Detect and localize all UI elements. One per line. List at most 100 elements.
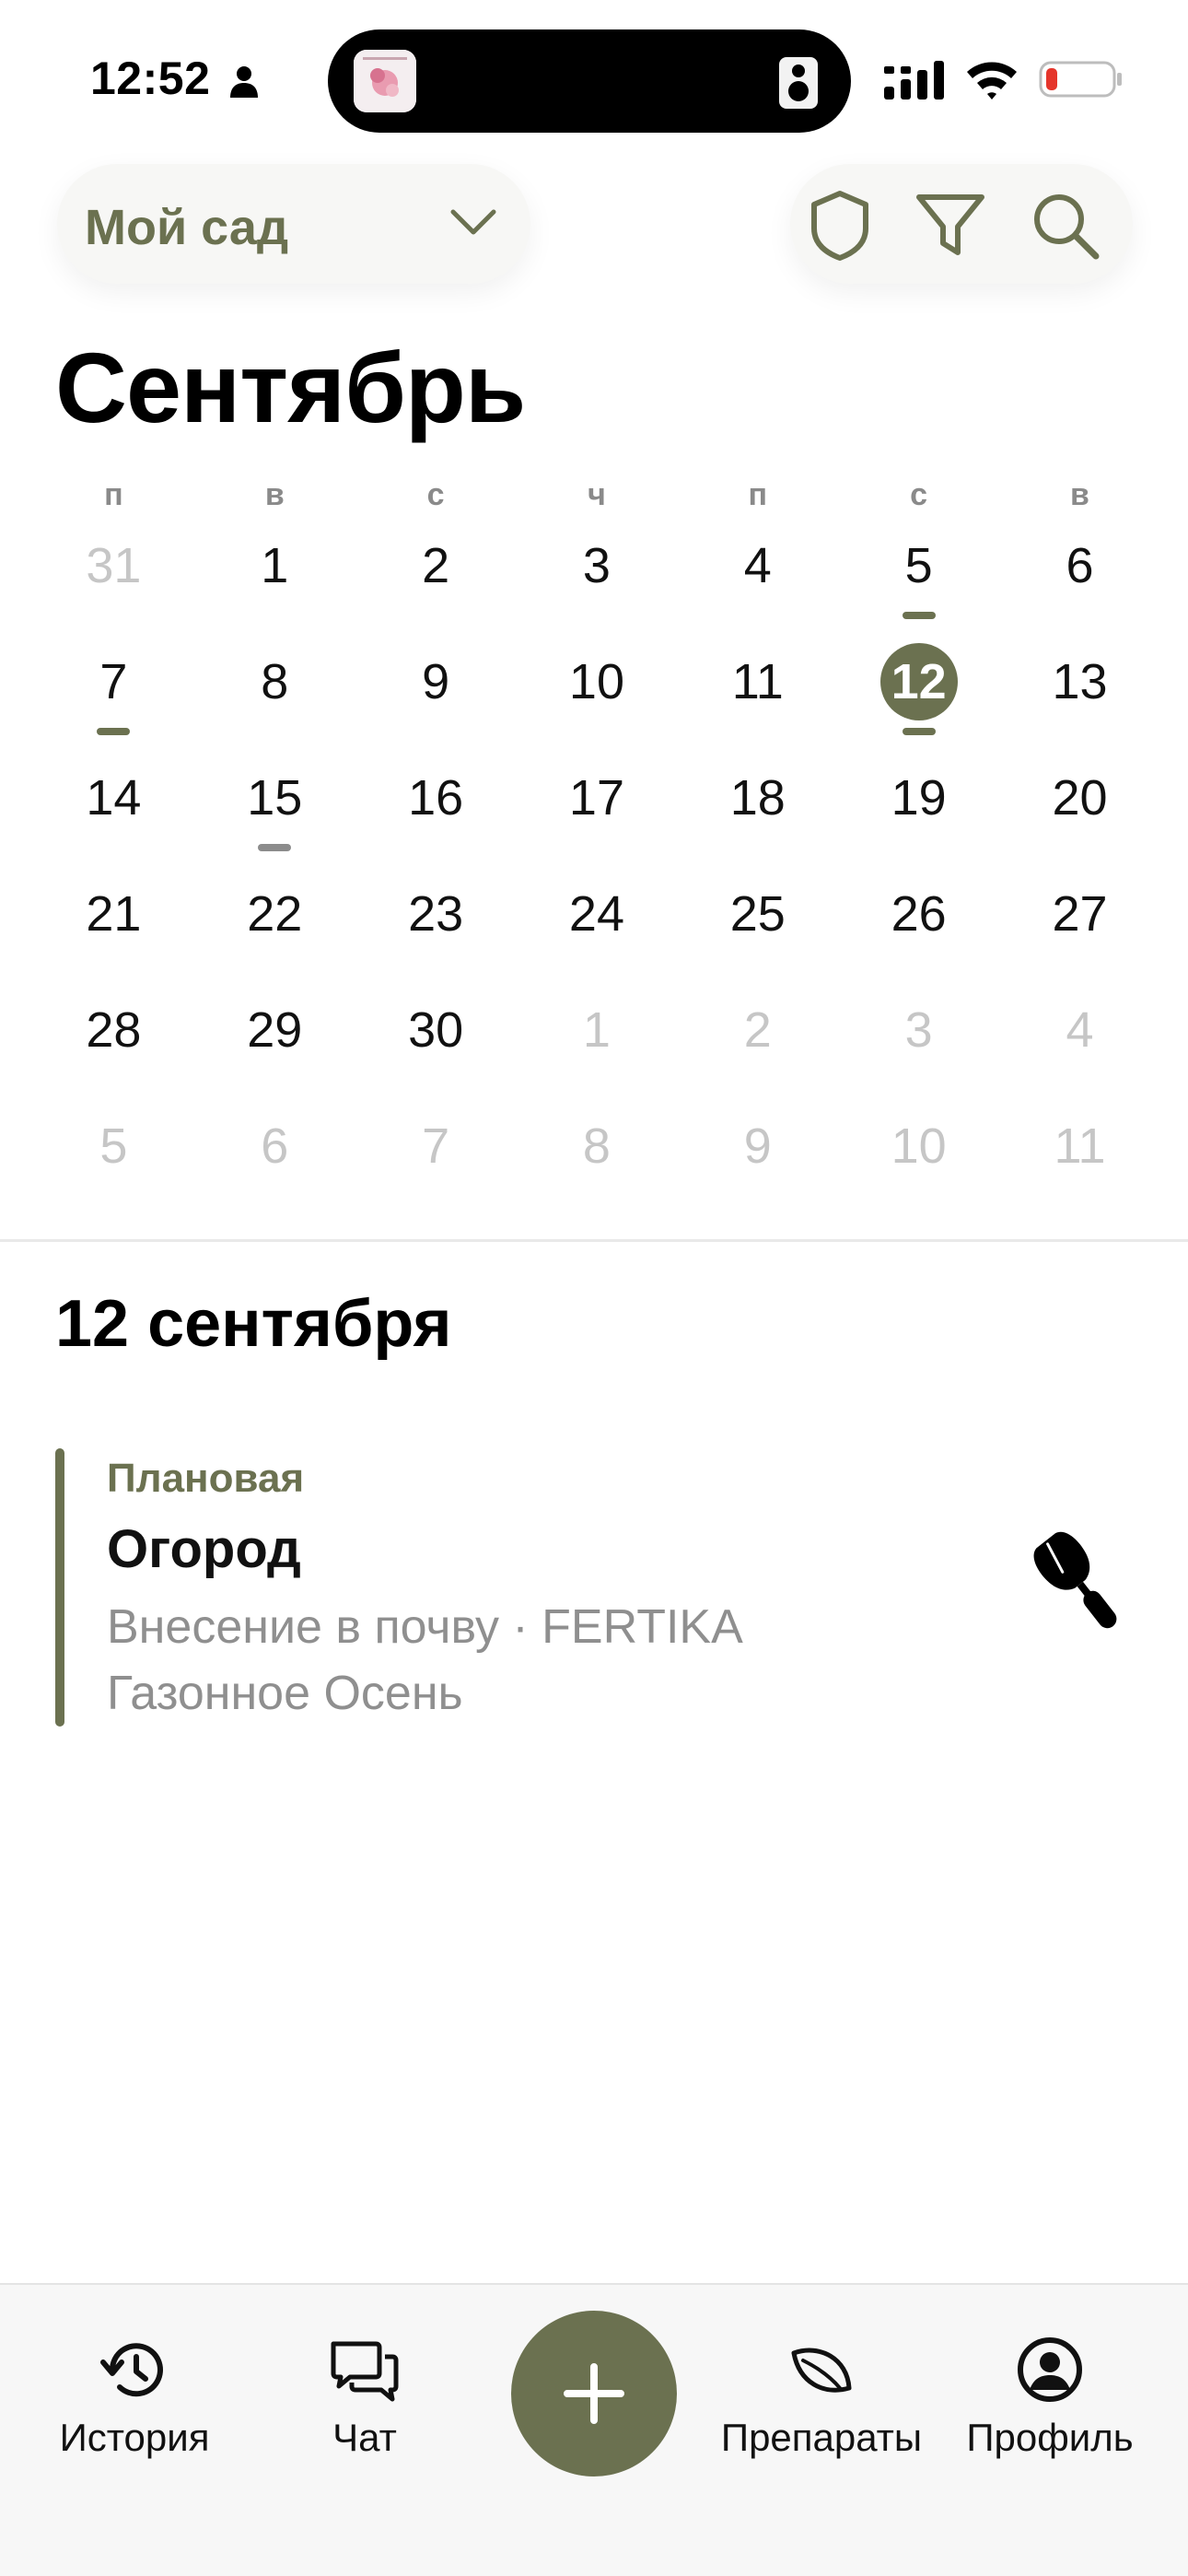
calendar-day[interactable]: 5 (33, 1102, 194, 1218)
day-number: 8 (582, 1118, 611, 1174)
calendar-day[interactable]: 1 (194, 521, 355, 638)
calendar-week: 7 8 9 10 11 12 13 (33, 638, 1160, 754)
speaker-icon (779, 57, 818, 109)
day-number: 11 (1054, 1118, 1106, 1174)
calendar-day[interactable]: 11 (999, 1102, 1160, 1218)
calendar-day[interactable]: 21 (33, 870, 194, 986)
add-button[interactable] (511, 2311, 677, 2476)
calendar-day[interactable]: 4 (999, 986, 1160, 1102)
profile-icon (1018, 2337, 1082, 2402)
day-number: 7 (99, 654, 128, 709)
battery-icon (1039, 61, 1122, 98)
day-number: 23 (408, 886, 464, 942)
day-number: 2 (743, 1002, 772, 1058)
tab-label: Профиль (966, 2416, 1134, 2459)
calendar-day[interactable]: 11 (677, 638, 838, 754)
event-type: Плановая (107, 1456, 305, 1501)
event-card[interactable]: Плановая Огород Внесение в почву · FERTI… (55, 1448, 1133, 1727)
calendar-day[interactable]: 26 (838, 870, 999, 986)
calendar-day[interactable]: 6 (194, 1102, 355, 1218)
wifi-icon (967, 62, 1017, 100)
weekday-label: п (748, 477, 768, 512)
calendar-week: 21 22 23 24 25 26 27 (33, 870, 1160, 986)
day-number: 31 (86, 538, 142, 593)
day-number: 14 (86, 770, 142, 825)
calendar-day[interactable]: 30 (355, 986, 517, 1102)
day-number: 6 (261, 1118, 289, 1174)
day-number: 24 (568, 886, 624, 942)
status-time: 12:52 (90, 53, 211, 104)
chevron-down-icon (450, 209, 496, 235)
calendar-day[interactable]: 25 (677, 870, 838, 986)
calendar-day[interactable]: 9 (677, 1102, 838, 1218)
calendar-day[interactable]: 8 (194, 638, 355, 754)
calendar-day[interactable]: 16 (355, 754, 517, 870)
calendar-day[interactable]: 4 (677, 521, 838, 638)
filter-icon[interactable] (912, 186, 989, 263)
day-number: 10 (891, 1118, 947, 1174)
calendar-day[interactable]: 24 (517, 870, 678, 986)
calendar-day[interactable]: 5 (838, 521, 999, 638)
calendar-day[interactable]: 9 (355, 638, 517, 754)
calendar-day[interactable]: 31 (33, 521, 194, 638)
calendar-day[interactable]: 8 (517, 1102, 678, 1218)
tab-label: История (59, 2416, 210, 2459)
search-icon[interactable] (1026, 186, 1103, 263)
calendar-day[interactable]: 17 (517, 754, 678, 870)
dynamic-island (328, 29, 851, 133)
day-number: 11 (731, 654, 784, 709)
calendar-day[interactable]: 27 (999, 870, 1160, 986)
calendar-week: 14 15 16 17 18 19 20 (33, 754, 1160, 870)
day-number: 9 (743, 1118, 772, 1174)
garden-selector[interactable]: Мой сад (57, 164, 530, 284)
tab-history[interactable]: История (42, 2331, 227, 2478)
day-number: 26 (891, 886, 947, 942)
calendar-day[interactable]: 10 (517, 638, 678, 754)
garden-name: Мой сад (85, 200, 289, 255)
calendar-day[interactable]: 22 (194, 870, 355, 986)
day-number: 2 (422, 538, 450, 593)
calendar-day[interactable]: 28 (33, 986, 194, 1102)
tab-chat[interactable]: Чат (300, 2331, 429, 2478)
calendar-day[interactable]: 7 (355, 1102, 517, 1218)
selected-date-title: 12 сентября (55, 1287, 452, 1361)
day-number: 19 (891, 770, 947, 825)
divider (0, 1239, 1188, 1242)
day-number: 13 (1052, 654, 1108, 709)
day-number: 28 (86, 1002, 142, 1058)
chat-icon (331, 2341, 399, 2402)
calendar-day[interactable]: 10 (838, 1102, 999, 1218)
calendar-day[interactable]: 13 (999, 638, 1160, 754)
calendar-week: 5 6 7 8 9 10 11 (33, 1102, 1160, 1218)
status-bar: 12:52 (0, 0, 1188, 157)
calendar-day[interactable]: 7 (33, 638, 194, 754)
day-number: 27 (1052, 886, 1108, 942)
day-number: 1 (261, 538, 289, 593)
calendar-day[interactable]: 19 (838, 754, 999, 870)
tab-drugs[interactable]: Препараты (704, 2331, 939, 2478)
weekday-label: с (910, 477, 928, 512)
tab-label: Чат (332, 2416, 397, 2459)
calendar-day[interactable]: 18 (677, 754, 838, 870)
calendar-day[interactable]: 3 (517, 521, 678, 638)
calendar-day[interactable]: 29 (194, 986, 355, 1102)
calendar-day[interactable]: 14 (33, 754, 194, 870)
tab-profile[interactable]: Профиль (958, 2331, 1142, 2478)
day-number: 4 (1066, 1002, 1094, 1058)
calendar-day[interactable]: 1 (517, 986, 678, 1102)
calendar-day[interactable]: 3 (838, 986, 999, 1102)
person-icon (230, 66, 258, 98)
calendar-day[interactable]: 23 (355, 870, 517, 986)
day-number: 7 (422, 1118, 450, 1174)
event-accent-bar (55, 1448, 64, 1727)
calendar-day[interactable]: 2 (677, 986, 838, 1102)
calendar-day[interactable]: 20 (999, 754, 1160, 870)
shield-icon[interactable] (801, 186, 879, 263)
day-number: 17 (568, 770, 624, 825)
tab-label: Препараты (720, 2416, 923, 2459)
calendar-day-selected[interactable]: 12 (838, 638, 999, 754)
day-number: 12 (891, 654, 947, 709)
calendar-day[interactable]: 2 (355, 521, 517, 638)
calendar-day[interactable]: 15 (194, 754, 355, 870)
calendar-day[interactable]: 6 (999, 521, 1160, 638)
